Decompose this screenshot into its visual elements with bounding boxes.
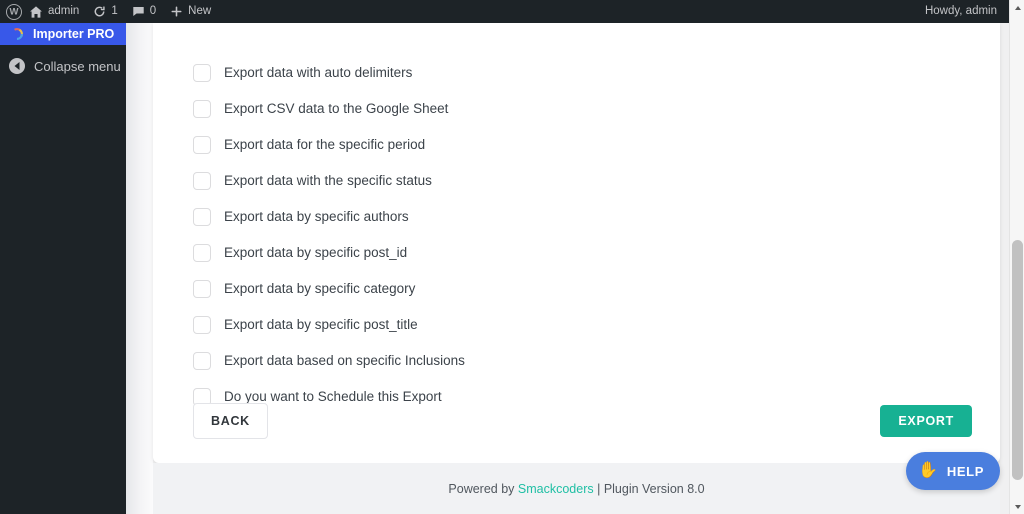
option-label: Export data by specific category [224, 282, 415, 296]
footer-suffix: | Plugin Version 8.0 [594, 482, 705, 496]
checkbox-specific-category[interactable] [193, 280, 211, 298]
option-label: Export data by specific authors [224, 210, 409, 224]
my-account-menu[interactable]: Howdy, admin [918, 0, 1009, 23]
checkbox-specific-inclusions[interactable] [193, 352, 211, 370]
export-options-list: Export data with auto delimiters Export … [153, 23, 1000, 415]
comments-icon [132, 5, 145, 18]
option-row-google-sheet[interactable]: Export CSV data to the Google Sheet [193, 91, 1000, 127]
page-scrollbar[interactable] [1009, 0, 1024, 514]
option-label: Export CSV data to the Google Sheet [224, 102, 448, 116]
importer-pro-icon [9, 27, 25, 41]
wp-admin-bar: admin 1 0 [0, 0, 1009, 23]
option-label: Export data by specific post_title [224, 318, 418, 332]
content-area: Export data with auto delimiters Export … [126, 23, 1009, 514]
raised-hand-icon: ✋ [918, 463, 938, 479]
sidebar-item-label: Importer PRO [33, 27, 114, 41]
plus-icon [170, 5, 183, 18]
checkbox-specific-post-title[interactable] [193, 316, 211, 334]
help-label: HELP [947, 464, 984, 479]
option-label: Export data by specific post_id [224, 246, 407, 260]
comments-menu[interactable]: 0 [125, 0, 163, 23]
checkbox-google-sheet[interactable] [193, 100, 211, 118]
checkbox-specific-period[interactable] [193, 136, 211, 154]
comments-count: 0 [150, 0, 156, 23]
footer-prefix: Powered by [448, 482, 517, 496]
scrollbar-thumb[interactable] [1012, 240, 1023, 480]
option-row-auto-delimiters[interactable]: Export data with auto delimiters [193, 55, 1000, 91]
option-row-specific-inclusions[interactable]: Export data based on specific Inclusions [193, 343, 1000, 379]
sidebar-item-importer-pro[interactable]: Importer PRO [0, 23, 126, 45]
home-icon [29, 5, 43, 19]
collapse-menu-label: Collapse menu [34, 59, 121, 74]
howdy-label: Howdy, admin [925, 0, 997, 23]
content-gutter [126, 23, 153, 514]
option-row-specific-period[interactable]: Export data for the specific period [193, 127, 1000, 163]
option-row-specific-post-title[interactable]: Export data by specific post_title [193, 307, 1000, 343]
scroll-up-arrow-icon[interactable] [1010, 0, 1024, 15]
wordpress-logo-icon[interactable] [6, 4, 22, 20]
checkbox-specific-status[interactable] [193, 172, 211, 190]
scroll-down-arrow-icon[interactable] [1010, 499, 1024, 514]
option-label: Export data with the specific status [224, 174, 432, 188]
option-label: Do you want to Schedule this Export [224, 390, 442, 404]
browser-viewport: admin 1 0 [0, 0, 1024, 514]
updates-count: 1 [111, 0, 117, 23]
updates-icon [93, 5, 106, 18]
new-content-menu[interactable]: New [163, 0, 218, 23]
card-action-bar: BACK EXPORT [193, 403, 972, 439]
export-button[interactable]: EXPORT [880, 405, 972, 437]
checkbox-specific-authors[interactable] [193, 208, 211, 226]
option-row-specific-post-id[interactable]: Export data by specific post_id [193, 235, 1000, 271]
collapse-arrow-icon [9, 58, 25, 74]
footer-text: Powered by Smackcoders | Plugin Version … [448, 482, 704, 496]
plugin-footer: Powered by Smackcoders | Plugin Version … [153, 463, 1000, 514]
collapse-menu-button[interactable]: Collapse menu [0, 51, 126, 81]
checkbox-auto-delimiters[interactable] [193, 64, 211, 82]
export-options-card: Export data with auto delimiters Export … [153, 23, 1000, 463]
updates-menu[interactable]: 1 [86, 0, 124, 23]
option-label: Export data for the specific period [224, 138, 425, 152]
checkbox-specific-post-id[interactable] [193, 244, 211, 262]
back-button[interactable]: BACK [193, 403, 268, 439]
site-name-label: admin [48, 0, 79, 23]
option-label: Export data based on specific Inclusions [224, 354, 465, 368]
new-label: New [188, 0, 211, 23]
option-row-specific-category[interactable]: Export data by specific category [193, 271, 1000, 307]
smackcoders-link[interactable]: Smackcoders [518, 482, 594, 496]
option-label: Export data with auto delimiters [224, 66, 412, 80]
wp-admin-sidebar: Importer PRO Collapse menu [0, 23, 126, 514]
option-row-specific-status[interactable]: Export data with the specific status [193, 163, 1000, 199]
help-button[interactable]: ✋ HELP [906, 452, 1000, 490]
option-row-specific-authors[interactable]: Export data by specific authors [193, 199, 1000, 235]
site-name-menu[interactable]: admin [22, 0, 86, 23]
